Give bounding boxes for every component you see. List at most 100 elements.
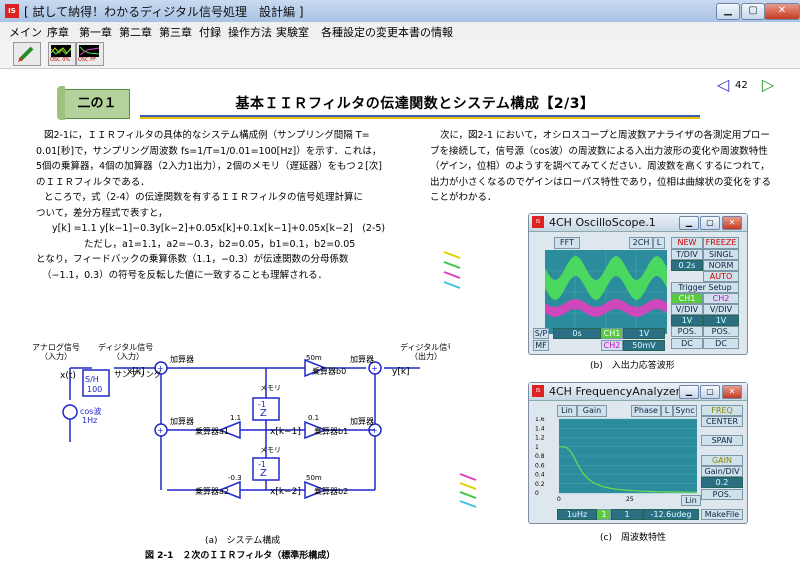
mf-button[interactable]: MF bbox=[533, 340, 549, 351]
time-offset-value[interactable]: 0s bbox=[553, 328, 601, 339]
ch1-scale: 1V bbox=[623, 328, 665, 339]
maximize-button[interactable]: ▢ bbox=[741, 3, 765, 20]
vdiv-ch1-value[interactable]: 1V bbox=[671, 315, 703, 326]
text-line: 0.01[秒]で，サンプリング周波数 fs=1/T=1/0.01=100[Hz]… bbox=[36, 145, 382, 157]
freeze-button[interactable]: FREEZE bbox=[703, 237, 739, 249]
iir-circuit-diagram: ++ ++ -1-1 アナログ信号 （入力） ディジタル信号 （入力） ディジタ… bbox=[32, 342, 450, 500]
scope-button[interactable]: OSC 0% bbox=[48, 42, 76, 66]
sp-button[interactable]: S/P bbox=[533, 328, 549, 339]
menu-chapter3[interactable]: 第三章 bbox=[159, 24, 192, 40]
ch2-button[interactable]: CH2 bbox=[703, 293, 739, 304]
close-button[interactable]: ✕ bbox=[722, 385, 742, 399]
channel-mode-button[interactable]: 2CH bbox=[629, 237, 653, 249]
ch1-indicator: CH1 bbox=[601, 328, 623, 339]
maximize-button[interactable]: ▢ bbox=[700, 385, 720, 399]
freq-start-value[interactable]: 1uHz bbox=[557, 509, 597, 520]
y-tick-label: 0.8 bbox=[535, 453, 545, 460]
minimize-button[interactable]: ▁ bbox=[716, 3, 740, 20]
source-label: cos波 bbox=[80, 406, 101, 416]
memory-label: メモリ bbox=[260, 384, 281, 392]
svg-text:-0.3: -0.3 bbox=[228, 474, 242, 482]
menu-intro[interactable]: 序章 bbox=[47, 24, 69, 40]
coupling-ch2-button[interactable]: DC bbox=[703, 338, 739, 349]
svg-text:0.1: 0.1 bbox=[308, 414, 319, 422]
text-line: （−1.1，0.3）の符号を反転した値に一致することも理解される． bbox=[42, 269, 328, 281]
lock-button[interactable]: L bbox=[661, 405, 673, 417]
gain-div-value[interactable]: 0.2 bbox=[701, 477, 743, 488]
menu-chapter2[interactable]: 第二章 bbox=[119, 24, 152, 40]
sync-button[interactable]: Sync bbox=[673, 405, 697, 417]
scope-screen bbox=[545, 250, 667, 334]
digital-in-label: ディジタル信号 bbox=[98, 342, 153, 352]
lock-button[interactable]: L bbox=[653, 237, 665, 249]
menu-settings[interactable]: 各種設定の変更 bbox=[321, 24, 398, 40]
fft-icon bbox=[79, 45, 100, 57]
trigger-setup-button[interactable]: Trigger Setup bbox=[671, 282, 739, 293]
svg-text:1.1: 1.1 bbox=[230, 414, 241, 422]
new-button[interactable]: NEW bbox=[671, 237, 703, 249]
menu-lab[interactable]: 実験室 bbox=[276, 24, 309, 40]
y-tick-label: 1.6 bbox=[535, 417, 545, 423]
y-tick-label: 0.6 bbox=[535, 462, 545, 469]
svg-text:+: + bbox=[157, 426, 164, 435]
oscilloscope-title: 4CH OscilloScope.1 bbox=[549, 216, 656, 229]
norm-button[interactable]: NORM bbox=[703, 260, 739, 271]
memory-label: メモリ bbox=[260, 446, 281, 454]
menu-chapter1[interactable]: 第一章 bbox=[79, 24, 112, 40]
maximize-button[interactable]: ▢ bbox=[700, 216, 720, 230]
vdiv-ch1-label: V/DIV bbox=[671, 304, 703, 315]
single-button[interactable]: SINGL bbox=[703, 249, 739, 260]
minimize-button[interactable]: ▁ bbox=[679, 385, 699, 399]
close-button[interactable]: ✕ bbox=[722, 216, 742, 230]
vdiv-ch2-value[interactable]: 1V bbox=[703, 315, 739, 326]
makefile-button[interactable]: MakeFile bbox=[701, 509, 743, 520]
auto-button[interactable]: AUTO bbox=[703, 271, 739, 282]
sh-label: S/H bbox=[85, 375, 99, 384]
x-tick-label: 0 bbox=[557, 496, 561, 503]
svg-text:50m: 50m bbox=[306, 474, 322, 482]
xk2-label: x[k−2] bbox=[270, 487, 301, 497]
y-tick-label: 0.4 bbox=[535, 472, 545, 479]
tdiv-value[interactable]: 0.2s bbox=[671, 260, 703, 271]
page-number: 42 bbox=[735, 80, 748, 91]
gain-label: GAIN bbox=[701, 455, 743, 466]
menu-main[interactable]: メイン bbox=[9, 24, 42, 40]
phase-readout: -12.6udeg bbox=[643, 509, 699, 520]
minimize-button[interactable]: ▁ bbox=[679, 216, 699, 230]
close-button[interactable]: ✕ bbox=[764, 3, 800, 20]
phase-button[interactable]: Phase bbox=[631, 405, 661, 417]
xk-label: x[k] bbox=[127, 367, 145, 377]
pencil-button[interactable] bbox=[13, 42, 41, 66]
text-line: ことがわかる． bbox=[430, 192, 497, 203]
text-line: 図2-1に，ＩＩＲフィルタの具体的なシステム構成例（サンプリング間隔 T= bbox=[44, 130, 370, 141]
lin-scale-button[interactable]: Lin bbox=[681, 495, 701, 506]
gain-button[interactable]: Gain bbox=[577, 405, 607, 417]
analog-label: アナログ信号 bbox=[32, 342, 80, 352]
text-line: ついて，差分方程式で表すと， bbox=[36, 207, 168, 219]
menu-appendix[interactable]: 付録 bbox=[199, 24, 221, 40]
lin-button[interactable]: Lin bbox=[557, 405, 577, 417]
ch1-button[interactable]: CH1 bbox=[671, 293, 703, 304]
fft-button[interactable]: OSC FF bbox=[76, 42, 104, 66]
coupling-ch1-button[interactable]: DC bbox=[671, 338, 703, 349]
xk1-label: x[k−1] bbox=[270, 427, 301, 437]
caption-analyzer: (c) 周波数特性 bbox=[600, 533, 666, 543]
scope-button-label: OSC 0% bbox=[50, 57, 71, 63]
menu-info[interactable]: 本書の情報 bbox=[398, 24, 453, 40]
left-body-text: 図2-1に，ＩＩＲフィルタの具体的なシステム構成例（サンプリング間隔 T= 0.… bbox=[36, 128, 385, 283]
text-line: ところで，式（2-4）の伝達関数を有するＩＩＲフィルタの信号処理計算に bbox=[44, 192, 363, 203]
yk-label: y[k] bbox=[392, 367, 410, 377]
frequency-response-plot: 1.61.41.210.80.60.40.20 02550 bbox=[535, 417, 699, 503]
prev-page-arrow-icon[interactable]: ◁ bbox=[712, 76, 734, 94]
next-page-arrow-icon[interactable]: ▷ bbox=[757, 76, 779, 94]
tdiv-label: T/DIV bbox=[671, 249, 703, 260]
difference-equation: y[k] =1.1 y[k−1]−0.3y[k−2]+0.05x[k]+0.1x… bbox=[52, 223, 386, 234]
ch2-indicator: CH2 bbox=[601, 340, 623, 351]
fft-toggle[interactable]: FFT bbox=[554, 237, 580, 249]
text-line: 出力が小さくなるのでゲインはローパス特性であり，位相は曲線状の変化をする bbox=[430, 176, 771, 188]
pencil-icon bbox=[18, 46, 34, 62]
menu-operation[interactable]: 操作方法 bbox=[228, 24, 272, 40]
y-tick-label: 0.2 bbox=[535, 481, 545, 488]
text-line: となり，フィードバックの乗算係数（1.1，−0.3）が伝達関数の分母係数 bbox=[36, 254, 349, 265]
coefficients-line: ただし，a1=1.1，a2=−0.3，b2=0.05，b1=0.1，b2=0.0… bbox=[84, 238, 356, 250]
